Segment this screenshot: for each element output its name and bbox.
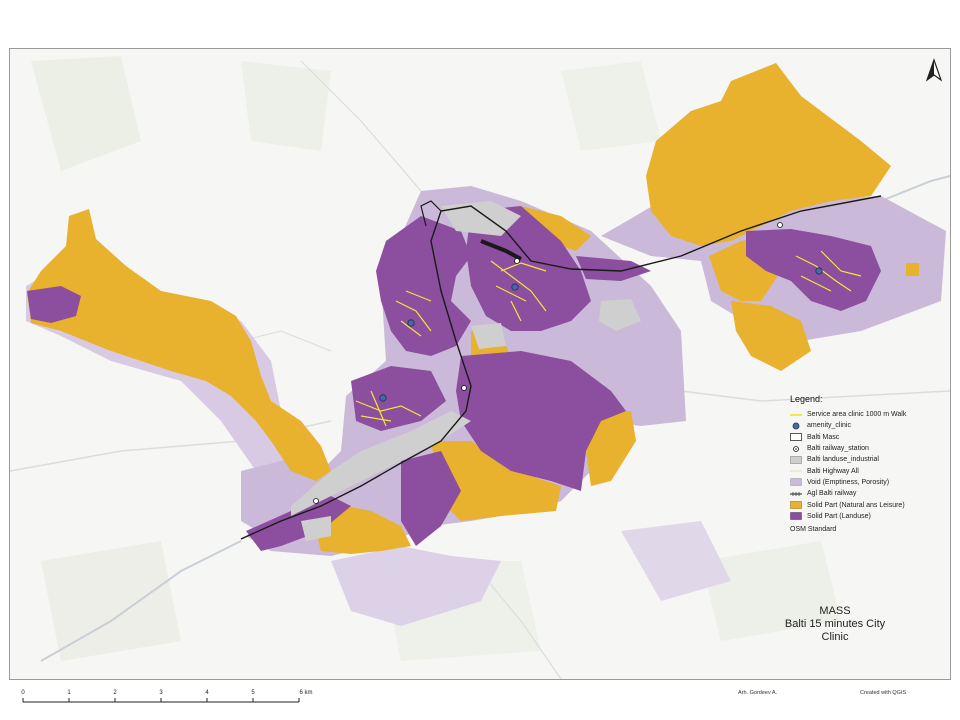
map-title-line-3: Clinic bbox=[821, 631, 849, 643]
scale-label: 2 bbox=[113, 690, 117, 696]
basemap-field bbox=[241, 61, 331, 151]
lavender-box-icon bbox=[790, 478, 802, 487]
legend-label: Service area clinic 1000 m Walk bbox=[807, 411, 907, 419]
legend-item-service-area: Service area clinic 1000 m Walk bbox=[790, 409, 950, 420]
legend-item-highway: Balti Highway All bbox=[790, 465, 950, 476]
railway-station-icon bbox=[790, 445, 802, 453]
legend-item-clinic: amenity_clinic bbox=[790, 420, 950, 431]
clinic-marker-icon bbox=[790, 422, 802, 430]
clinic-marker-icon bbox=[511, 283, 519, 291]
legend-label: Balti Highway All bbox=[807, 467, 859, 475]
author-credit: Arh. Gordeev A. bbox=[738, 690, 778, 696]
legend-label: Solid Part (Natural ans Leisure) bbox=[807, 501, 905, 509]
railway-station-icon bbox=[777, 222, 783, 228]
railway-station-icon bbox=[313, 498, 319, 504]
scale-bar: 0 1 2 3 4 5 6 km bbox=[21, 690, 313, 703]
legend-item-natural: Solid Part (Natural ans Leisure) bbox=[790, 499, 950, 510]
highway-line-icon bbox=[790, 467, 802, 475]
scale-label: 0 bbox=[21, 690, 25, 696]
legend-label: Void (Emptiness, Porosity) bbox=[807, 478, 890, 486]
natural-zone-far-east bbox=[906, 263, 919, 276]
clinic-marker-icon bbox=[379, 394, 387, 402]
legend-label: Agl Balti railway bbox=[807, 490, 857, 498]
basemap-field bbox=[41, 541, 181, 661]
grey-box-icon bbox=[790, 456, 802, 464]
legend: Legend: Service area clinic 1000 m Walk … bbox=[790, 394, 950, 535]
legend-label: Solid Part (Landuse) bbox=[807, 512, 871, 520]
clinic-marker-icon bbox=[407, 319, 415, 327]
legend-label: Balti railway_station bbox=[807, 445, 869, 453]
legend-item-railway: Agl Balti railway bbox=[790, 488, 950, 499]
map-title-line-2: Balti 15 minutes City bbox=[784, 618, 886, 630]
legend-item-railway-station: Balti railway_station bbox=[790, 443, 950, 454]
map-title-block: MASS Balti 15 minutes City Clinic bbox=[740, 605, 930, 644]
railway-station-icon bbox=[514, 258, 520, 264]
scale-label: 5 bbox=[251, 690, 255, 696]
scale-label: 3 bbox=[159, 690, 163, 696]
map-frame bbox=[9, 48, 951, 680]
railway-station-icon bbox=[461, 385, 467, 391]
map-title-line-1: MASS bbox=[819, 605, 851, 617]
map-canvas[interactable] bbox=[10, 49, 950, 679]
scale-label: 6 km bbox=[299, 690, 312, 696]
legend-item-basemap: OSM Standard bbox=[790, 524, 950, 535]
legend-item-landuse: Solid Part (Landuse) bbox=[790, 511, 950, 522]
software-credit: Created with QGIS bbox=[860, 690, 907, 696]
legend-basemap-label: OSM Standard bbox=[790, 526, 837, 534]
yellow-line-icon bbox=[790, 411, 802, 419]
purple-box-icon bbox=[790, 512, 802, 521]
gold-box-icon bbox=[790, 501, 802, 509]
legend-label: amenity_clinic bbox=[807, 422, 851, 430]
legend-item-industrial: Balti landuse_industrial bbox=[790, 454, 950, 465]
scale-label: 1 bbox=[67, 690, 71, 696]
rail-line-icon bbox=[790, 490, 802, 498]
white-box-icon bbox=[790, 433, 802, 442]
legend-label: Balti landuse_industrial bbox=[807, 456, 879, 464]
clinic-marker-icon bbox=[815, 267, 823, 275]
scale-label: 4 bbox=[205, 690, 209, 696]
legend-title: Legend: bbox=[790, 394, 823, 404]
legend-label: Balti Masc bbox=[807, 433, 840, 441]
legend-item-masc: Balti Masc bbox=[790, 432, 950, 443]
legend-item-void: Void (Emptiness, Porosity) bbox=[790, 477, 950, 488]
north-arrow-icon bbox=[924, 58, 944, 84]
